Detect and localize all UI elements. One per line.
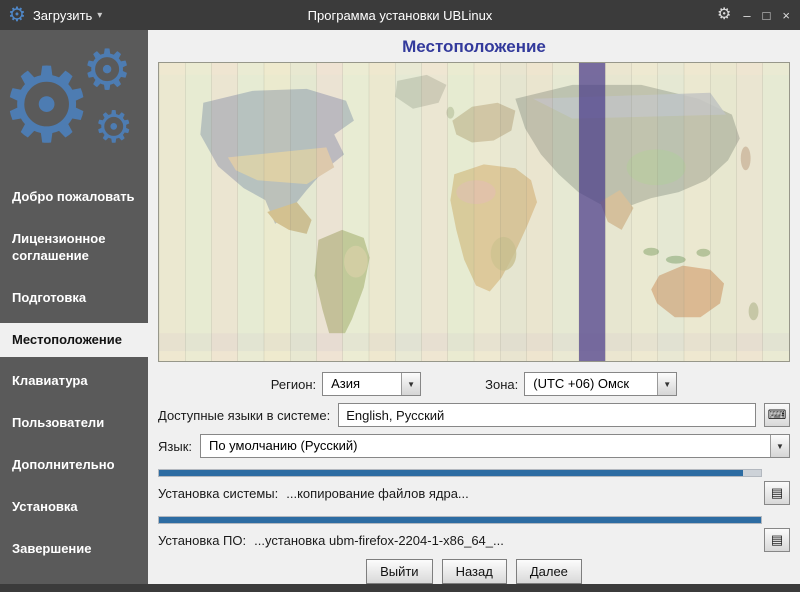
language-label: Язык: (158, 438, 192, 454)
load-dropdown[interactable]: Загрузить ▾ (33, 8, 102, 23)
sidebar-item-label: Местоположение (12, 331, 122, 347)
sidebar-item-users[interactable]: Пользователи (0, 406, 148, 441)
system-progress-bar (158, 469, 762, 477)
zone-select[interactable]: (UTC +06) Омск ▼ (524, 372, 678, 396)
timezone-map-frame (158, 62, 790, 362)
sidebar-item-label: Установка (12, 499, 78, 515)
region-zone-row: Регион: Азия ▼ Зона: (UTC +06) Омск ▼ (158, 372, 790, 396)
window-title: Программа установки UBLinux (307, 7, 493, 23)
software-progress-bar (158, 516, 762, 524)
chevron-down-icon[interactable]: ▼ (401, 373, 421, 395)
sidebar-item-label: Лицензионное соглашение (12, 230, 106, 263)
timezone-stripes (159, 63, 789, 361)
settings-gear-icon[interactable]: ⚙ (717, 7, 731, 23)
software-install-label: Установка ПО: (158, 532, 247, 548)
log-icon: ▤ (770, 485, 784, 500)
sidebar-item-license[interactable]: Лицензионное соглашение (0, 222, 148, 274)
languages-label: Доступные языки в системе: (158, 407, 331, 423)
sidebar-item-preparation[interactable]: Подготовка (0, 281, 148, 316)
sidebar-item-welcome[interactable]: Добро пожаловать (0, 180, 148, 215)
sidebar-item-finish[interactable]: Завершение (0, 532, 148, 567)
app-gear-icon: ⚙ (8, 4, 26, 26)
language-value: По умолчанию (Русский) (209, 438, 358, 453)
minimize-button[interactable]: – (743, 9, 750, 22)
back-button[interactable]: Назад (441, 559, 507, 584)
software-log-button[interactable]: ▤ (764, 528, 790, 552)
sidebar-item-installation[interactable]: Установка (0, 490, 148, 525)
page-title: Местоположение (402, 37, 546, 56)
system-progress-fill (159, 470, 743, 476)
region-value: Азия (331, 376, 361, 391)
log-icon: ▤ (770, 532, 784, 547)
system-log-button[interactable]: ▤ (764, 481, 790, 505)
chevron-down-icon[interactable]: ▼ (770, 435, 789, 457)
exit-button[interactable]: Выйти (366, 559, 433, 584)
logo-gear-icon: ⚙ (94, 103, 134, 152)
keyboard-layout-button[interactable]: ⌨ (764, 403, 790, 427)
sidebar-item-label: Добро пожаловать (12, 189, 135, 204)
sidebar-item-label: Клавиатура (12, 373, 88, 389)
sidebar: ⚙ ⚙ ⚙ Добро пожаловать Лицензионное согл… (0, 30, 148, 592)
window-bottom-edge (0, 584, 800, 592)
languages-row: Доступные языки в системе: ⌨ (158, 403, 790, 427)
sidebar-item-label: Пользователи (12, 415, 105, 431)
sidebar-item-additional[interactable]: Дополнительно (0, 448, 148, 483)
close-button[interactable]: × (782, 9, 790, 22)
maximize-button[interactable]: □ (763, 9, 771, 22)
next-button[interactable]: Далее (515, 559, 582, 584)
region-select[interactable]: Азия ▼ (322, 372, 422, 396)
app-logo: ⚙ ⚙ ⚙ (0, 30, 148, 180)
zone-label: Зона: (485, 376, 519, 392)
languages-input[interactable] (338, 403, 756, 427)
timezone-map[interactable] (159, 63, 789, 361)
language-row: Язык: По умолчанию (Русский) ▼ (158, 434, 790, 458)
sidebar-item-keyboard[interactable]: Клавиатура (0, 364, 148, 399)
software-install-status: ...установка ubm-firefox-2204-1-x86_64_.… (254, 532, 504, 548)
keyboard-icon: ⌨ (767, 407, 787, 422)
system-status-row: Установка системы: ...копирование файлов… (158, 481, 790, 505)
load-label: Загрузить (32, 7, 93, 23)
logo-gear-icon: ⚙ (82, 38, 133, 101)
region-label: Регион: (270, 376, 317, 392)
sidebar-item-label: Дополнительно (12, 457, 115, 473)
chevron-down-icon[interactable]: ▼ (657, 373, 677, 395)
sidebar-item-label: Подготовка (12, 289, 87, 305)
sidebar-item-location[interactable]: Местоположение (0, 322, 148, 358)
language-select[interactable]: По умолчанию (Русский) ▼ (200, 434, 790, 458)
software-status-row: Установка ПО: ...установка ubm-firefox-2… (158, 528, 790, 552)
action-buttons: Выйти Назад Далее (158, 559, 790, 584)
chevron-down-icon: ▾ (97, 9, 103, 21)
installer-window: ⚙ Загрузить ▾ Программа установки UBLinu… (0, 0, 800, 592)
software-progress-fill (159, 517, 761, 523)
main-content: Местоположение Регион: Азия ▼ Зона: (UTC… (148, 30, 800, 584)
system-install-status: ...копирование файлов ядра... (286, 485, 469, 501)
zone-value: (UTC +06) Омск (533, 376, 630, 391)
titlebar: ⚙ Загрузить ▾ Программа установки UBLinu… (0, 0, 800, 30)
system-install-label: Установка системы: (158, 485, 279, 501)
sidebar-item-label: Завершение (12, 541, 92, 557)
logo-gear-icon: ⚙ (0, 48, 94, 164)
